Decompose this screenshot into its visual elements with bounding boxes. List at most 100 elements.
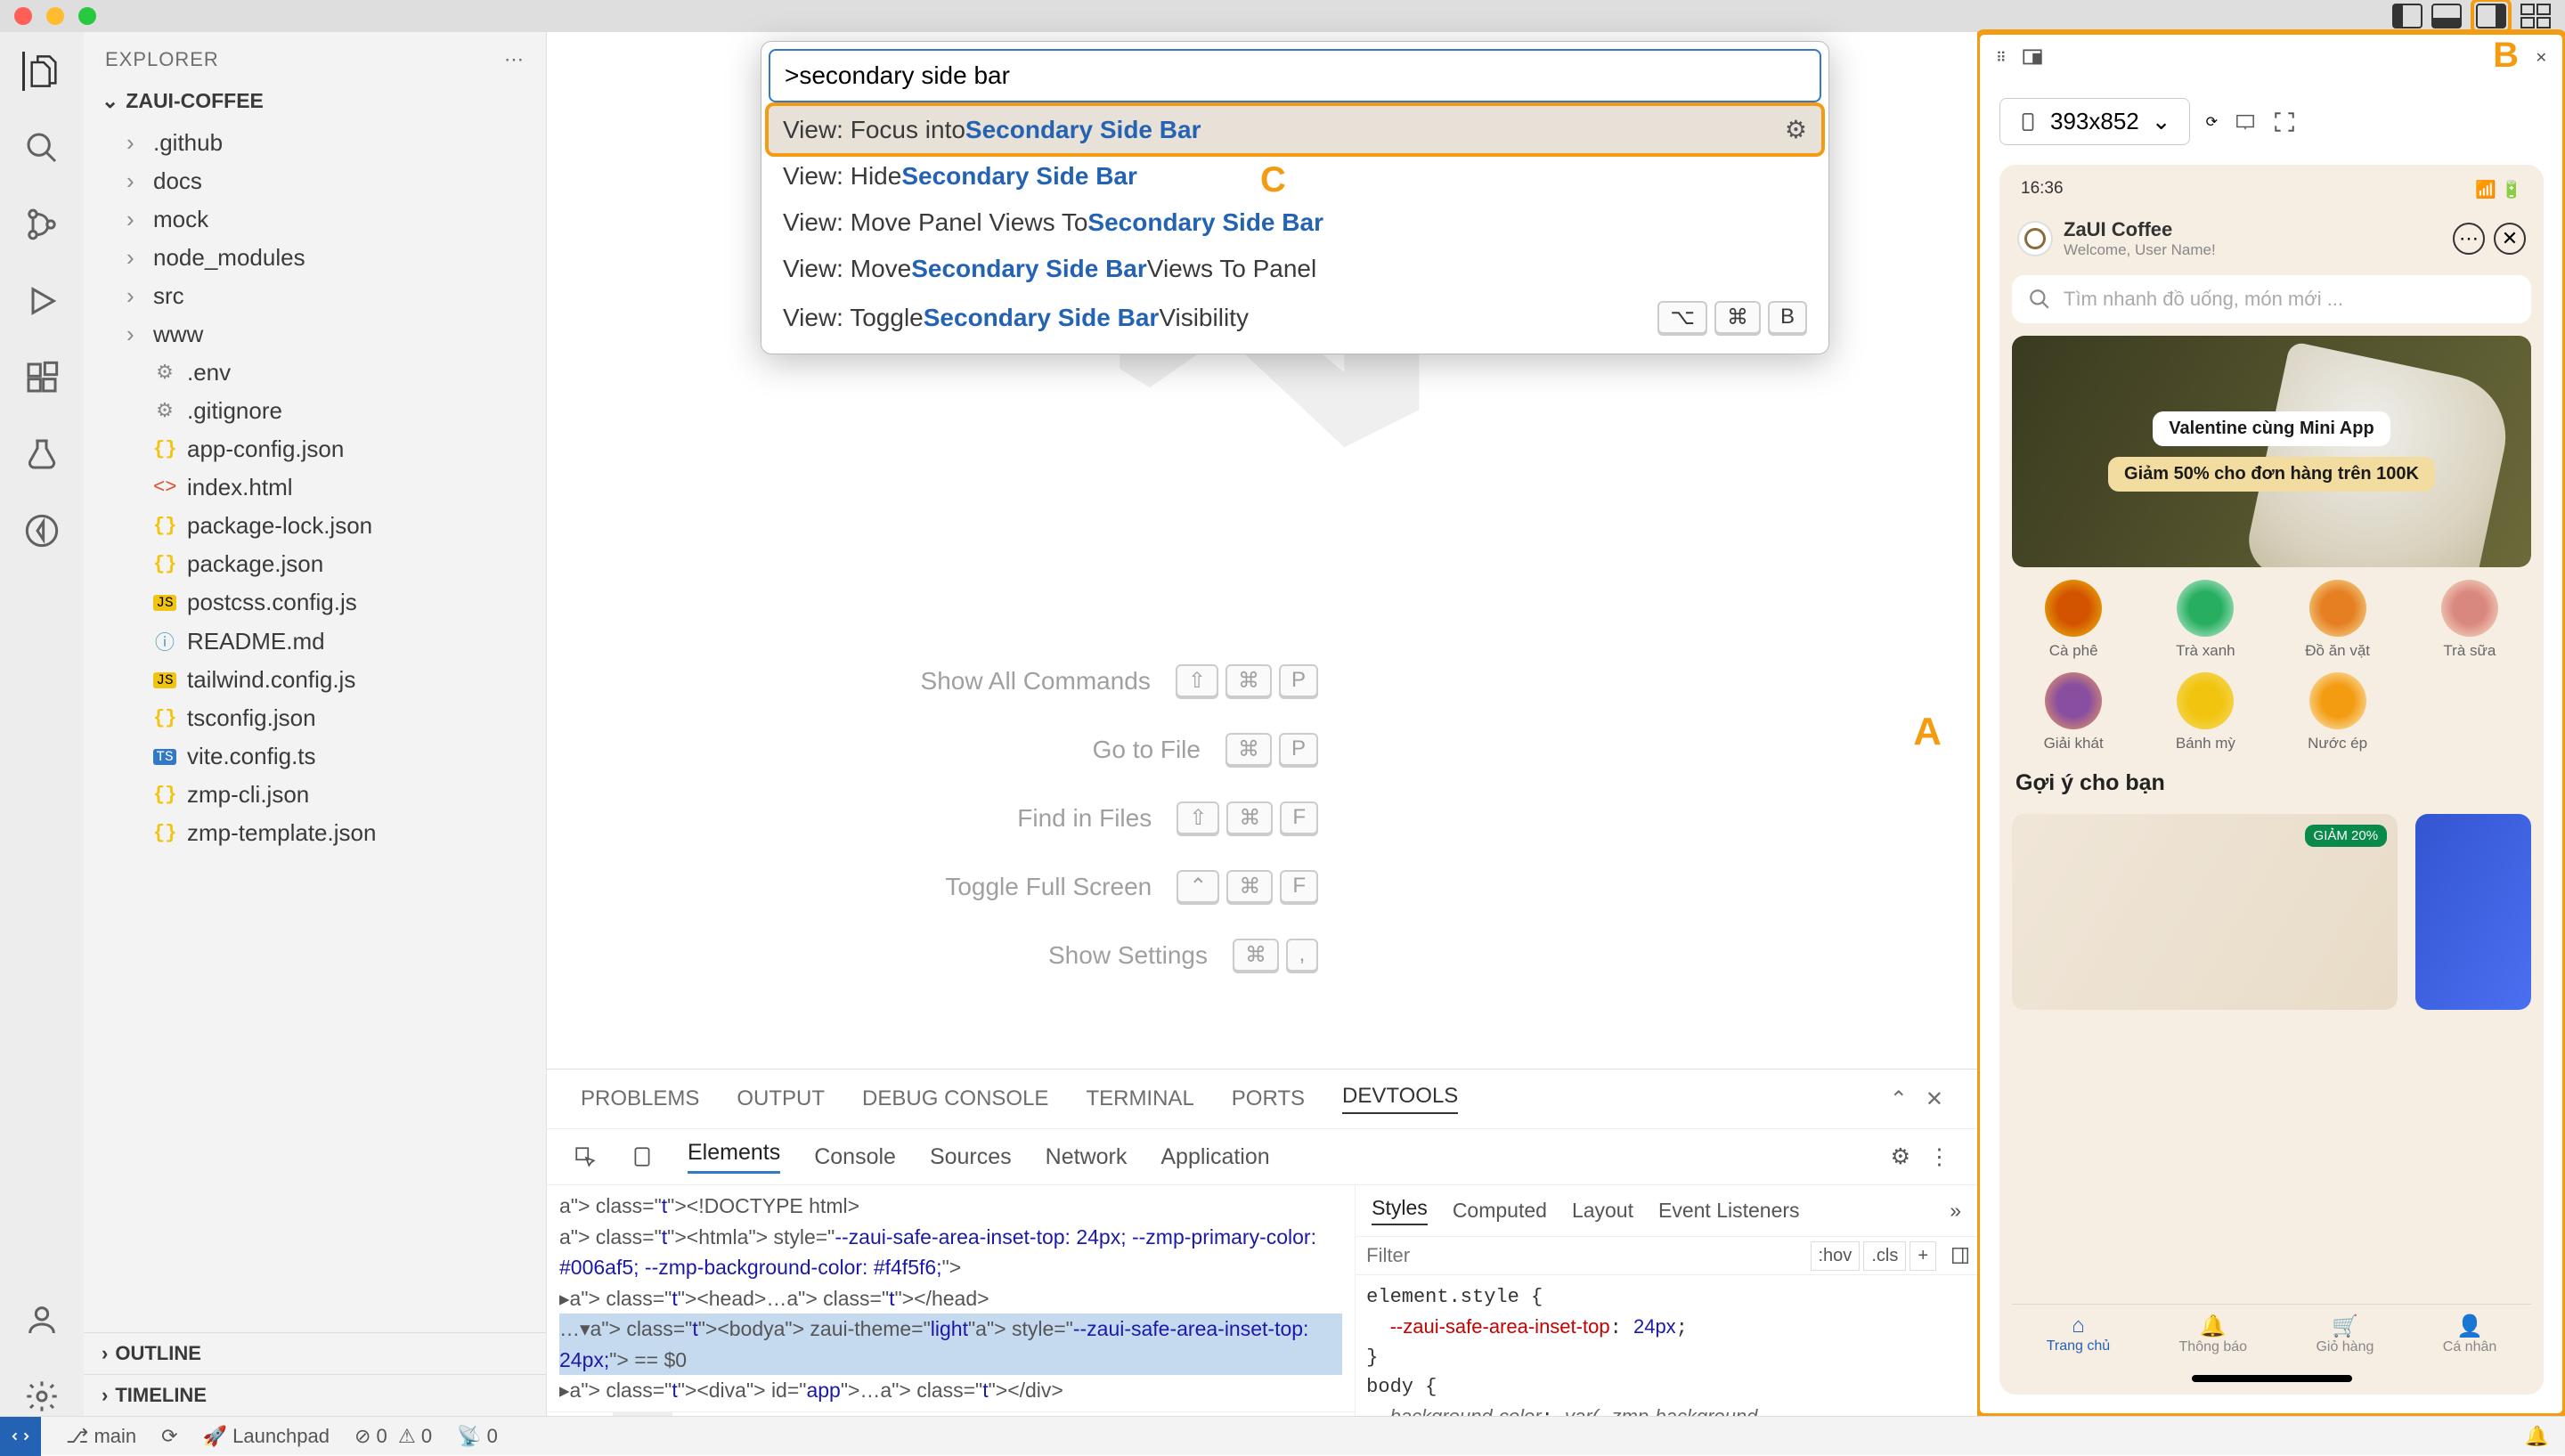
git-branch[interactable]: ⎇ main <box>66 1425 136 1448</box>
open-devtools-icon[interactable] <box>2234 112 2257 132</box>
nav-item[interactable]: 🔔Thông báo <box>2179 1314 2248 1355</box>
refresh-icon[interactable]: ⟳ <box>2206 113 2218 131</box>
palette-item[interactable]: View: Hide Secondary Side Bar <box>769 153 1821 199</box>
problems-indicator[interactable]: ⊘ 0 ⚠ 0 <box>354 1425 432 1448</box>
more-icon[interactable]: ⋯ <box>2453 223 2485 255</box>
file-row[interactable]: {}zmp-cli.json <box>84 776 546 814</box>
file-row[interactable]: {}app-config.json <box>84 430 546 468</box>
folder-row[interactable]: ›node_modules <box>84 239 546 277</box>
category-item[interactable]: Giải khát <box>2012 672 2135 752</box>
device-toggle-icon[interactable] <box>631 1145 654 1168</box>
devtools-settings-icon[interactable]: ⚙ <box>1891 1143 1910 1170</box>
file-row[interactable]: JStailwind.config.js <box>84 661 546 699</box>
search-icon[interactable] <box>22 128 61 167</box>
category-item[interactable]: Trà xanh <box>2144 580 2267 660</box>
palette-item[interactable]: View: Move Panel Views To Secondary Side… <box>769 199 1821 246</box>
promo-banner[interactable]: Valentine cùng Mini App Giảm 50% cho đơn… <box>2012 336 2531 567</box>
qr-scan-icon[interactable] <box>2273 110 2296 134</box>
customize-layout-icon[interactable] <box>2520 4 2551 28</box>
file-row[interactable]: {}package-lock.json <box>84 507 546 545</box>
panel-tab[interactable]: PROBLEMS <box>581 1086 699 1111</box>
project-header[interactable]: ⌄ ZAUI-COFFEE <box>84 82 546 120</box>
close-window-icon[interactable] <box>14 7 32 25</box>
run-debug-icon[interactable] <box>22 281 61 321</box>
timeline-section[interactable]: ›TIMELINE <box>84 1374 546 1416</box>
nav-item[interactable]: 👤Cá nhân <box>2443 1314 2497 1355</box>
more-tabs-icon[interactable]: » <box>1950 1199 1961 1223</box>
product-carousel[interactable]: GIẢM 20% <box>2012 814 2531 1010</box>
styles-subtab[interactable]: Layout <box>1572 1199 1633 1223</box>
panel-tab[interactable]: OUTPUT <box>737 1086 825 1111</box>
dimensions-selector[interactable]: 393x852 ⌄ <box>1999 98 2190 145</box>
extensions-icon[interactable] <box>22 358 61 397</box>
palette-item[interactable]: View: Toggle Secondary Side Bar Visibili… <box>769 292 1821 343</box>
folder-row[interactable]: ›www <box>84 315 546 354</box>
file-row[interactable]: TSvite.config.ts <box>84 737 546 776</box>
file-row[interactable]: ⓘREADME.md <box>84 622 546 661</box>
close-app-icon[interactable]: ✕ <box>2494 223 2526 255</box>
command-input[interactable] <box>769 49 1821 102</box>
settings-gear-icon[interactable] <box>22 1377 61 1416</box>
category-item[interactable]: Trà sữa <box>2408 580 2531 660</box>
styles-toggle[interactable]: .cls <box>1863 1241 1906 1271</box>
preview-window-icon[interactable] <box>2021 46 2044 69</box>
panel-maximize-icon[interactable]: ⌃ <box>1890 1086 1908 1112</box>
sync-icon[interactable]: ⟳ <box>161 1425 177 1448</box>
gear-icon[interactable]: ⚙ <box>1785 115 1807 144</box>
category-item[interactable]: Bánh mỳ <box>2144 672 2267 752</box>
close-icon[interactable]: ✕ <box>2536 49 2547 67</box>
notifications-icon[interactable]: 🔔 <box>2525 1425 2549 1448</box>
palette-item[interactable]: View: Focus into Secondary Side Bar⚙ <box>769 106 1821 153</box>
styles-filter-input[interactable] <box>1356 1237 1803 1274</box>
panel-tab[interactable]: DEBUG CONSOLE <box>862 1086 1048 1111</box>
folder-row[interactable]: ›src <box>84 277 546 315</box>
folder-row[interactable]: ›docs <box>84 162 546 200</box>
category-item[interactable]: Cà phê <box>2012 580 2135 660</box>
panel-tab[interactable]: DEVTOOLS <box>1342 1084 1458 1114</box>
drag-handle-icon[interactable]: ⠿ <box>1996 49 2007 67</box>
palette-item[interactable]: View: Move Secondary Side Bar Views To P… <box>769 246 1821 292</box>
outline-section[interactable]: ›OUTLINE <box>84 1332 546 1374</box>
styles-toggle[interactable]: + <box>1910 1241 1936 1271</box>
styles-subtab[interactable]: Event Listeners <box>1658 1199 1800 1223</box>
styles-subtab[interactable]: Computed <box>1453 1199 1547 1223</box>
file-row[interactable]: <>index.html <box>84 468 546 507</box>
folder-row[interactable]: ›.github <box>84 124 546 162</box>
devtools-tab[interactable]: Network <box>1046 1144 1128 1170</box>
toggle-computed-icon[interactable] <box>1943 1246 1977 1265</box>
styles-subtab[interactable]: Styles <box>1372 1196 1428 1225</box>
panel-tab[interactable]: PORTS <box>1232 1086 1305 1111</box>
elements-tree[interactable]: a"> class="t"><!DOCTYPE html>a"> class="… <box>547 1185 1355 1411</box>
file-row[interactable]: {}tsconfig.json <box>84 699 546 737</box>
nav-item[interactable]: 🛒Giỏ hàng <box>2316 1314 2374 1355</box>
devtools-tab[interactable]: Console <box>814 1144 896 1170</box>
category-item[interactable]: Đồ ăn vặt <box>2276 580 2399 660</box>
accounts-icon[interactable] <box>22 1300 61 1339</box>
file-row[interactable]: {}zmp-template.json <box>84 814 546 852</box>
devtools-tab[interactable]: Elements <box>688 1140 780 1174</box>
zoom-window-icon[interactable] <box>78 7 96 25</box>
nav-item[interactable]: ⌂Trang chủ <box>2047 1314 2110 1355</box>
file-row[interactable]: ⚙.env <box>84 354 546 392</box>
testing-icon[interactable] <box>22 435 61 474</box>
source-control-icon[interactable] <box>22 205 61 244</box>
remote-indicator-icon[interactable] <box>0 1417 41 1456</box>
toggle-primary-sidebar-icon[interactable] <box>2392 4 2422 28</box>
styles-toggle[interactable]: :hov <box>1811 1241 1861 1271</box>
explorer-more-icon[interactable]: ⋯ <box>504 48 525 71</box>
devtools-tab[interactable]: Application <box>1160 1144 1269 1170</box>
product-card[interactable]: GIẢM 20% <box>2012 814 2398 1010</box>
inspect-element-icon[interactable] <box>574 1145 597 1168</box>
ports-indicator[interactable]: 📡 0 <box>457 1425 498 1448</box>
toggle-panel-icon[interactable] <box>2431 4 2462 28</box>
panel-close-icon[interactable]: ✕ <box>1926 1086 1943 1112</box>
devtools-tab[interactable]: Sources <box>930 1144 1012 1170</box>
launchpad-button[interactable]: 🚀 Launchpad <box>203 1425 330 1448</box>
file-row[interactable]: JSpostcss.config.js <box>84 583 546 622</box>
zalo-icon[interactable] <box>22 511 61 550</box>
folder-row[interactable]: ›mock <box>84 200 546 239</box>
minimize-window-icon[interactable] <box>46 7 64 25</box>
toggle-secondary-sidebar-icon[interactable] <box>2476 4 2506 28</box>
file-row[interactable]: {}package.json <box>84 545 546 583</box>
search-bar[interactable]: Tìm nhanh đồ uống, món mới ... <box>2012 275 2531 323</box>
